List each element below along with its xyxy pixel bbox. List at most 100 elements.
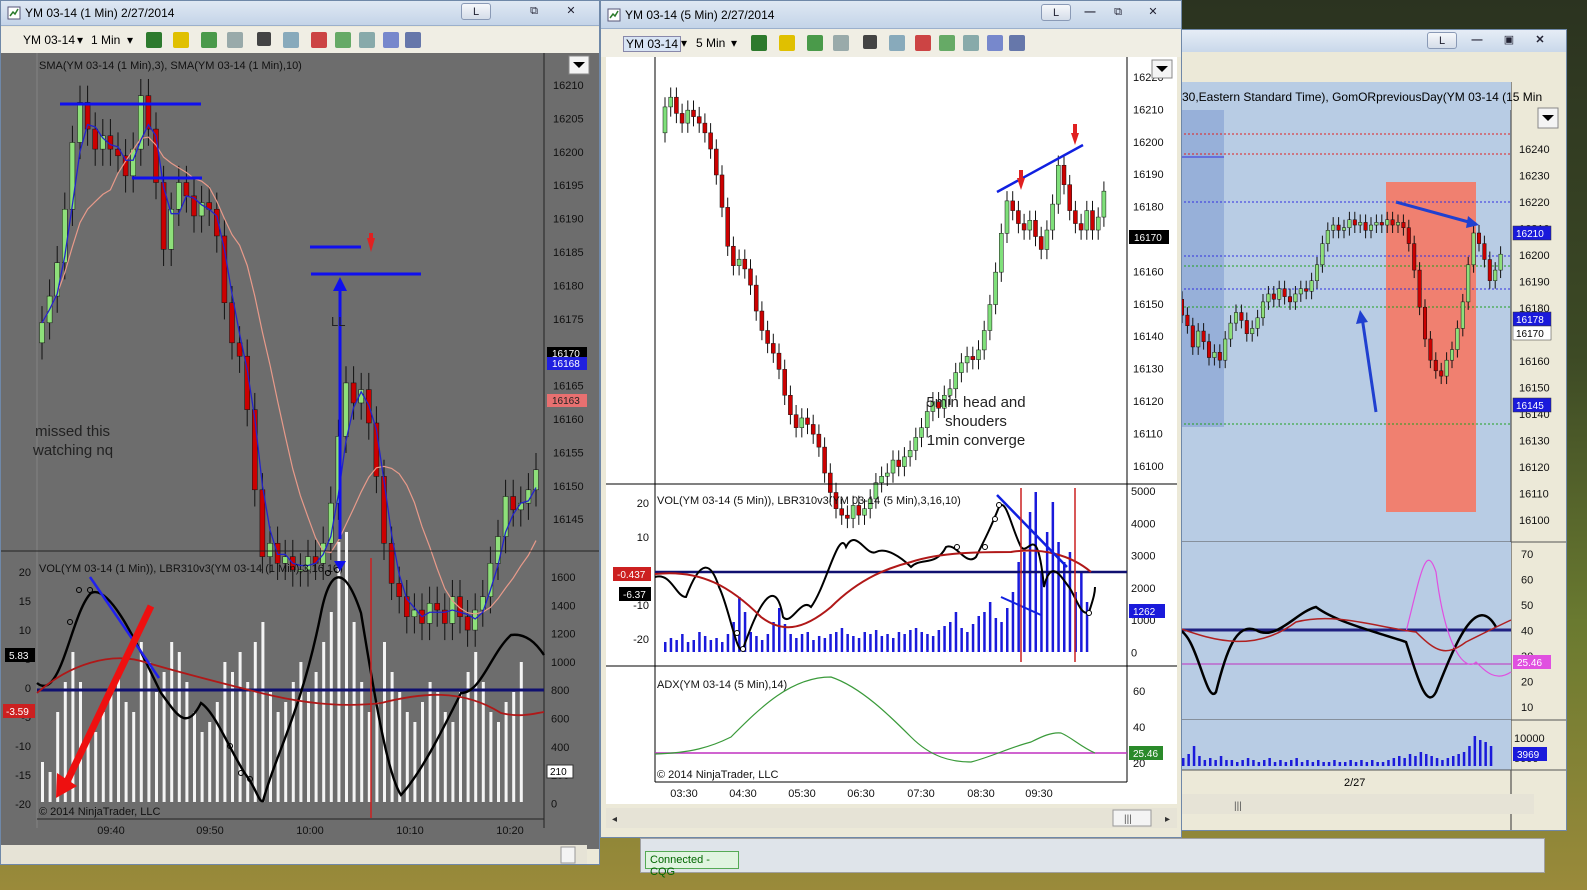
chart-window-15min[interactable]: L — ▣ ✕ 30,Eastern Standard Time), GomOR… xyxy=(1175,29,1567,831)
candle-body xyxy=(1095,216,1101,231)
volume-bar xyxy=(1462,752,1466,766)
axis-tick-label: 16130 xyxy=(1133,364,1164,376)
candle-body xyxy=(1325,230,1330,244)
crosshair-icon[interactable] xyxy=(863,35,877,49)
bar-type-icon[interactable] xyxy=(751,35,767,51)
candle-body xyxy=(1342,227,1346,231)
volume-bar xyxy=(1484,742,1487,766)
title-bar[interactable]: L — ▣ ✕ xyxy=(1176,30,1566,53)
candle-body xyxy=(993,271,998,305)
title-bar[interactable]: YM 03-14 (1 Min) 2/27/2014 L ⧉ ✕ xyxy=(1,1,599,26)
properties-icon[interactable] xyxy=(939,35,955,51)
horizontal-scrollbar[interactable] xyxy=(1,845,587,865)
template-icon[interactable] xyxy=(359,32,375,48)
volume-bar xyxy=(812,640,815,652)
zoom-icon[interactable] xyxy=(283,32,299,48)
candle-body xyxy=(913,437,919,451)
restore-button[interactable]: ⧉ xyxy=(1103,4,1133,21)
link-button[interactable]: L xyxy=(461,3,491,20)
axis-tick-label: 16145 xyxy=(553,514,584,526)
candle-body xyxy=(229,302,235,344)
candle-body xyxy=(1277,288,1282,300)
candle-body xyxy=(850,505,856,519)
data-box-icon[interactable] xyxy=(383,32,399,48)
link-button[interactable]: L xyxy=(1041,4,1071,21)
volume-bar xyxy=(132,712,136,802)
volume-bar xyxy=(193,712,196,802)
osc-tick-label: -15 xyxy=(15,770,31,782)
properties-icon[interactable] xyxy=(335,32,351,48)
volume-bar xyxy=(352,622,356,802)
candle-body xyxy=(731,245,736,266)
vol-tick-label: 10000 xyxy=(1514,733,1545,745)
indicator-icon[interactable] xyxy=(807,35,823,51)
draw-tool-icon[interactable] xyxy=(173,32,189,48)
volume-bar xyxy=(852,636,855,652)
template-icon[interactable] xyxy=(963,35,979,51)
axis-tick-label: 16150 xyxy=(553,481,584,493)
chart-5min[interactable]: 5min head and shouders 1min converge 162… xyxy=(601,57,1182,838)
instrument-selector[interactable]: YM 03-14 xyxy=(23,33,75,47)
chart-15min[interactable]: 30,Eastern Standard Time), GomORprevious… xyxy=(1176,52,1567,831)
candle-body xyxy=(1282,288,1287,297)
candle-body xyxy=(1374,222,1379,226)
volume-bar xyxy=(755,636,758,652)
chart-app-icon xyxy=(607,8,621,22)
volume-bar xyxy=(1241,760,1244,766)
instrument-selector[interactable]: YM 03-14 xyxy=(623,36,682,52)
candle-body xyxy=(736,258,742,266)
vol-indicator-label: VOL(YM 03-14 (5 Min)), LBR310v3(YM 03-14… xyxy=(657,495,961,507)
candle-body xyxy=(1027,220,1033,231)
interval-selector[interactable]: 1 Min xyxy=(91,33,120,47)
chart-window-5min[interactable]: YM 03-14 (5 Min) 2/27/2014 L — ⧉ ✕ YM 03… xyxy=(600,0,1182,838)
osc-tick-label: 50 xyxy=(1521,600,1533,612)
indicator-icon[interactable] xyxy=(201,32,217,48)
candle-body xyxy=(1406,227,1411,244)
time-tick-label: 03:30 xyxy=(670,788,698,800)
volume-bar xyxy=(1214,760,1217,766)
snapshot-icon[interactable] xyxy=(405,32,421,48)
minimize-button[interactable]: — xyxy=(1462,32,1492,49)
data-box-icon[interactable] xyxy=(987,35,1003,51)
candle-body xyxy=(1044,229,1050,250)
candle-body xyxy=(1369,224,1373,231)
snapshot-icon[interactable] xyxy=(1009,35,1025,51)
chart-trader-icon[interactable] xyxy=(311,32,327,48)
restore-button[interactable]: ⧉ xyxy=(519,3,549,20)
volume-bar xyxy=(86,742,90,802)
chart-window-1min[interactable]: YM 03-14 (1 Min) 2/27/2014 L ⧉ ✕ YM 03-1… xyxy=(0,0,600,865)
close-button[interactable]: ✕ xyxy=(1133,4,1173,21)
volume-bar xyxy=(869,634,872,652)
annotation-line-2: shouders xyxy=(945,413,1007,430)
title-bar[interactable]: YM 03-14 (5 Min) 2/27/2014 L — ⧉ ✕ xyxy=(601,1,1181,29)
svg-text:16168: 16168 xyxy=(552,359,580,370)
axis-tick-label: 600 xyxy=(551,714,569,726)
volume-bar xyxy=(1028,512,1032,652)
chart-trader-icon[interactable] xyxy=(915,35,931,51)
bar-type-icon[interactable] xyxy=(146,32,162,48)
candle-body xyxy=(1212,352,1217,358)
crosshair-icon[interactable] xyxy=(257,32,271,46)
link-button[interactable]: L xyxy=(1427,32,1457,49)
zoom-icon[interactable] xyxy=(889,35,905,51)
close-button[interactable]: ✕ xyxy=(551,3,591,20)
horizontal-scrollbar[interactable] xyxy=(1176,794,1534,814)
strategy-icon[interactable] xyxy=(833,35,849,51)
axis-tick-label: 16190 xyxy=(1133,169,1164,181)
chart-1min[interactable]: SMA(YM 03-14 (1 Min),3), SMA(YM 03-14 (1… xyxy=(1,53,600,865)
volume-bar xyxy=(760,640,764,652)
close-button[interactable]: ✕ xyxy=(1520,32,1560,49)
horizontal-scrollbar[interactable] xyxy=(606,808,1177,828)
minimize-button[interactable]: — xyxy=(1075,4,1105,21)
interval-selector[interactable]: 5 Min xyxy=(696,36,725,50)
axis-tick-label: 16190 xyxy=(553,214,584,226)
volume-bar xyxy=(1040,572,1043,652)
volume-bar xyxy=(185,682,189,802)
volume-bar xyxy=(715,638,718,652)
volume-bar xyxy=(79,682,82,802)
strategy-icon[interactable] xyxy=(227,32,243,48)
draw-tool-icon[interactable] xyxy=(779,35,795,51)
volume-bar xyxy=(1435,758,1439,766)
candle-body xyxy=(381,476,387,544)
candle-body xyxy=(793,414,799,428)
